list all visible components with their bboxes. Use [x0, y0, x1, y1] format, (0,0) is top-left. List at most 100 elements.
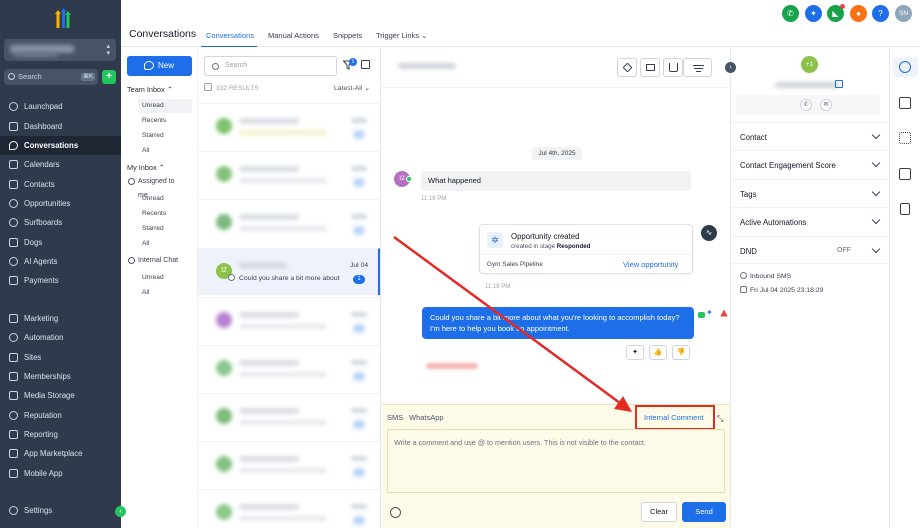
sidebar-item-marketing[interactable]: Marketing	[0, 309, 121, 328]
call-icon[interactable]: ✆	[800, 99, 812, 111]
list-item[interactable]	[198, 489, 380, 528]
list-item[interactable]	[198, 393, 380, 440]
sidebar-item-calendars[interactable]: Calendars	[0, 155, 121, 174]
email-icon[interactable]: ✉	[820, 99, 832, 111]
megaphone-icon[interactable]: ◣	[827, 4, 845, 22]
sidebar-item-dashboard[interactable]: Dashboard	[0, 117, 121, 136]
sidebar-item-opportunities[interactable]: Opportunities	[0, 194, 121, 213]
clear-button[interactable]: Clear	[641, 502, 677, 522]
my-inbox-header[interactable]: My Inbox ⌃	[127, 163, 165, 172]
internal-chat-header[interactable]: Internal Chat	[126, 254, 180, 268]
conversation-search-input[interactable]: Search	[204, 56, 337, 76]
tab-trigger-links[interactable]: Trigger Links ⌄	[376, 31, 427, 40]
collapse-icon[interactable]: ⤡	[717, 414, 726, 423]
assigned-to-me[interactable]: Assigned to me	[126, 175, 180, 199]
sidebar-item-sites[interactable]: Sites	[0, 348, 121, 367]
notes-icon[interactable]	[900, 203, 910, 215]
sidebar-item-payments[interactable]: Payments	[0, 271, 121, 290]
thumbs-down-icon[interactable]: 👎	[672, 345, 690, 360]
section-active-automations[interactable]: Active Automations	[731, 207, 889, 235]
team-inbox-header[interactable]: Team Inbox ⌃	[127, 85, 173, 94]
account-switcher[interactable]: ▴ ▾	[4, 39, 116, 61]
team-recents[interactable]: Recents	[138, 114, 192, 128]
sidebar-item-reporting[interactable]: Reporting	[0, 425, 121, 444]
inbound-source: Inbound SMS	[740, 272, 791, 280]
my-recents[interactable]: Recents	[138, 207, 192, 221]
composer-tab-whatsapp[interactable]: WhatsApp	[409, 413, 444, 422]
sort-dropdown[interactable]: Latest-All ⌄	[334, 84, 370, 92]
sidebar-item-memberships[interactable]: Memberships	[0, 367, 121, 386]
bell-icon[interactable]: ●	[850, 5, 867, 22]
internal-unread[interactable]: Unread	[138, 271, 192, 285]
tab-manual-actions[interactable]: Manual Actions	[268, 31, 319, 40]
list-item[interactable]	[198, 297, 380, 344]
sidebar-item-launchpad[interactable]: Launchpad	[0, 97, 121, 116]
team-all[interactable]: All	[138, 144, 192, 158]
my-unread[interactable]: Unread	[138, 192, 192, 206]
sidebar-item-settings[interactable]: Settings	[0, 501, 121, 520]
sidebar-item-mobile-app[interactable]: Mobile App	[0, 464, 121, 483]
my-all[interactable]: All	[138, 237, 192, 251]
expand-panel-button[interactable]: ›	[725, 62, 736, 73]
team-unread[interactable]: Unread	[138, 99, 192, 113]
sidebar-search[interactable]: Search ⌘K	[4, 69, 98, 85]
tab-snippets[interactable]: Snippets	[333, 31, 362, 40]
section-dnd[interactable]: DND OFF	[731, 236, 889, 264]
sidebar-item-ai-agents[interactable]: AI Agents	[0, 252, 121, 271]
sidebar-item-surfboards[interactable]: Surfboards	[0, 213, 121, 232]
list-item-active[interactable]: I2 Jul 04 Could you share a bit more abo…	[198, 248, 380, 295]
list-item[interactable]	[198, 345, 380, 392]
list-item[interactable]	[198, 151, 380, 198]
phone-icon[interactable]: ✆	[782, 5, 799, 22]
tab-conversations[interactable]: Conversations	[206, 31, 254, 40]
sidebar-item-media-storage[interactable]: Media Storage	[0, 386, 121, 405]
task-check-icon[interactable]	[899, 168, 911, 180]
new-conversation-button[interactable]: New	[127, 56, 192, 76]
section-tags[interactable]: Tags	[731, 179, 889, 207]
delete-button[interactable]	[663, 58, 683, 77]
pipeline-name: Gym Sales Pipeline	[487, 261, 543, 268]
page-title: Conversations	[129, 28, 197, 40]
compose-icon[interactable]	[361, 60, 370, 69]
send-button[interactable]: Send	[682, 502, 726, 522]
team-starred[interactable]: Starred	[138, 129, 192, 143]
select-all-checkbox[interactable]	[204, 83, 212, 91]
ai-suggest-button[interactable]: ✦	[626, 345, 644, 360]
failed-status	[426, 363, 478, 369]
view-opportunity-link[interactable]: View opportunity	[623, 260, 678, 269]
section-engagement-score[interactable]: Contact Engagement Score	[731, 150, 889, 178]
opportunities-icon[interactable]	[899, 132, 911, 144]
sidebar-item-automation[interactable]: Automation	[0, 328, 121, 347]
mark-read-button[interactable]	[640, 58, 660, 77]
my-starred[interactable]: Starred	[138, 222, 192, 236]
list-item[interactable]	[198, 199, 380, 246]
calendar-icon[interactable]	[899, 97, 911, 109]
magic-icon[interactable]: ✦	[805, 5, 822, 22]
sidebar-item-conversations[interactable]: Conversations	[0, 136, 121, 155]
section-contact[interactable]: Contact	[731, 122, 889, 150]
sidebar-item-reputation[interactable]: Reputation	[0, 406, 121, 425]
help-icon[interactable]: ?	[872, 5, 889, 22]
app-logo[interactable]	[52, 8, 72, 30]
quick-add-button[interactable]: +	[102, 70, 116, 84]
sidebar-item-contacts[interactable]: Contacts	[0, 175, 121, 194]
list-item[interactable]	[198, 103, 380, 150]
composer-tab-sms[interactable]: SMS	[387, 413, 403, 422]
thumbs-up-icon[interactable]: 👍	[649, 345, 667, 360]
contact-profile-icon[interactable]	[899, 61, 911, 73]
sidebar-collapse-button[interactable]: ‹	[115, 506, 126, 517]
chat-icon	[9, 141, 18, 150]
sidebar-item-app-marketplace[interactable]: App Marketplace	[0, 444, 121, 463]
emoji-icon[interactable]	[390, 507, 401, 518]
message-time: 11:18 PM	[421, 196, 447, 202]
star-button[interactable]	[617, 58, 637, 77]
user-avatar[interactable]: SN	[895, 5, 912, 22]
star-icon	[622, 62, 633, 73]
comment-input[interactable]: Write a comment and use @ to mention use…	[387, 429, 725, 493]
list-item[interactable]	[198, 441, 380, 488]
filter-messages-button[interactable]	[683, 58, 712, 77]
internal-all[interactable]: All	[138, 286, 192, 300]
external-link-icon[interactable]	[835, 80, 843, 88]
sidebar-item-dogs[interactable]: Dogs	[0, 233, 121, 252]
chevron-up-icon: ⌃	[166, 85, 173, 94]
